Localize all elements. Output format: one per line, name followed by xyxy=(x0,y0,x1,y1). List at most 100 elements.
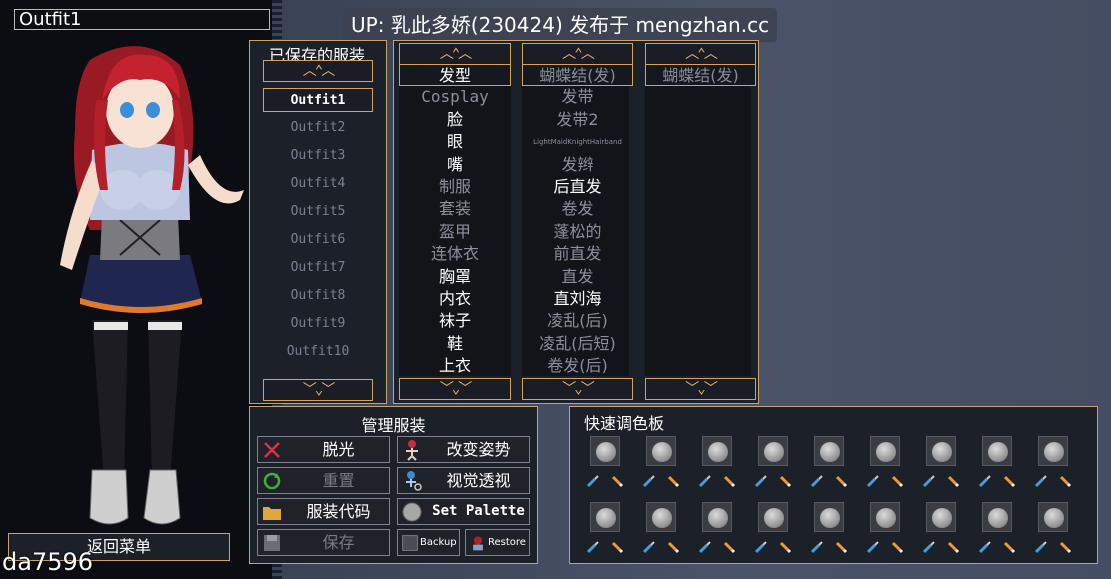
palette-swatch[interactable] xyxy=(926,436,956,466)
option-item[interactable]: 直发 xyxy=(522,266,633,288)
paint-brush-icon[interactable] xyxy=(890,540,904,554)
option-item[interactable]: 蝴蝶结(发) xyxy=(522,64,633,86)
palette-swatch[interactable] xyxy=(814,436,844,466)
paint-brush-icon[interactable] xyxy=(1002,540,1016,554)
paint-brush-icon[interactable] xyxy=(946,474,960,488)
palette-swatch[interactable] xyxy=(758,436,788,466)
category-down-button[interactable]: ﹀⌄﹀ xyxy=(399,378,511,400)
saved-down-button[interactable]: ﹀⌄﹀ xyxy=(263,379,373,401)
palette-swatch[interactable] xyxy=(870,436,900,466)
option-item[interactable]: 卷发(后) xyxy=(522,355,633,377)
eyedropper-icon[interactable] xyxy=(586,474,600,488)
options-down-button[interactable]: ﹀⌄﹀ xyxy=(522,378,633,400)
category-item[interactable]: 内衣 xyxy=(399,288,511,310)
category-item[interactable]: 嘴 xyxy=(399,154,511,176)
saved-outfit-item[interactable]: Outfit7 xyxy=(263,256,373,280)
equipped-item[interactable]: 蝴蝶结(发) xyxy=(645,64,756,86)
paint-brush-icon[interactable] xyxy=(946,540,960,554)
saved-outfit-item[interactable]: Outfit6 xyxy=(263,228,373,252)
paint-brush-icon[interactable] xyxy=(722,540,736,554)
saved-outfit-item[interactable]: Outfit1 xyxy=(263,88,373,112)
view-through-button[interactable]: 视觉透视 xyxy=(397,467,530,494)
category-item[interactable]: 制服 xyxy=(399,176,511,198)
palette-swatch[interactable] xyxy=(646,502,676,532)
save-button[interactable]: 保存 xyxy=(257,529,390,556)
palette-swatch[interactable] xyxy=(1038,502,1068,532)
palette-swatch[interactable] xyxy=(702,502,732,532)
paint-brush-icon[interactable] xyxy=(610,474,624,488)
option-item[interactable]: LightMaidKnightHairband xyxy=(522,131,633,153)
palette-swatch[interactable] xyxy=(982,436,1012,466)
eyedropper-icon[interactable] xyxy=(642,540,656,554)
paint-brush-icon[interactable] xyxy=(834,540,848,554)
palette-swatch[interactable] xyxy=(982,502,1012,532)
saved-outfit-item[interactable]: Outfit3 xyxy=(263,144,373,168)
equipped-down-button[interactable]: ﹀⌄﹀ xyxy=(645,378,756,400)
paint-brush-icon[interactable] xyxy=(1002,474,1016,488)
restore-button[interactable]: Restore xyxy=(465,529,530,556)
palette-swatch[interactable] xyxy=(814,502,844,532)
palette-swatch[interactable] xyxy=(870,502,900,532)
saved-outfit-item[interactable]: Outfit10 xyxy=(263,340,373,364)
paint-brush-icon[interactable] xyxy=(1058,540,1072,554)
eyedropper-icon[interactable] xyxy=(922,474,936,488)
option-item[interactable]: 后直发 xyxy=(522,176,633,198)
paint-brush-icon[interactable] xyxy=(890,474,904,488)
category-item[interactable]: 脸 xyxy=(399,109,511,131)
eyedropper-icon[interactable] xyxy=(810,474,824,488)
category-item[interactable]: 连体衣 xyxy=(399,243,511,265)
eyedropper-icon[interactable] xyxy=(866,474,880,488)
saved-outfit-item[interactable]: Outfit8 xyxy=(263,284,373,308)
palette-swatch[interactable] xyxy=(1038,436,1068,466)
eyedropper-icon[interactable] xyxy=(754,540,768,554)
palette-swatch[interactable] xyxy=(758,502,788,532)
option-item[interactable]: 卷发 xyxy=(522,198,633,220)
eyedropper-icon[interactable] xyxy=(1034,540,1048,554)
eyedropper-icon[interactable] xyxy=(810,540,824,554)
saved-outfit-item[interactable]: Outfit4 xyxy=(263,172,373,196)
category-item[interactable]: 盔甲 xyxy=(399,221,511,243)
eyedropper-icon[interactable] xyxy=(978,474,992,488)
option-item[interactable]: 凌乱(后短) xyxy=(522,333,633,355)
eyedropper-icon[interactable] xyxy=(698,540,712,554)
change-pose-button[interactable]: 改变姿势 xyxy=(397,436,530,463)
palette-swatch[interactable] xyxy=(590,502,620,532)
category-item[interactable]: Cosplay xyxy=(399,86,511,108)
equipped-up-button[interactable]: ︿⌃︿ xyxy=(645,43,756,65)
paint-brush-icon[interactable] xyxy=(778,474,792,488)
palette-swatch[interactable] xyxy=(646,436,676,466)
option-item[interactable]: 前直发 xyxy=(522,243,633,265)
category-item[interactable]: 眼 xyxy=(399,131,511,153)
eyedropper-icon[interactable] xyxy=(754,474,768,488)
category-item[interactable]: 发型 xyxy=(399,64,511,86)
set-palette-button[interactable]: Set Palette xyxy=(397,498,530,525)
saved-outfit-item[interactable]: Outfit5 xyxy=(263,200,373,224)
category-item[interactable]: 套装 xyxy=(399,198,511,220)
paint-brush-icon[interactable] xyxy=(610,540,624,554)
strip-button[interactable]: 脱光 xyxy=(257,436,390,463)
palette-swatch[interactable] xyxy=(590,436,620,466)
paint-brush-icon[interactable] xyxy=(834,474,848,488)
palette-swatch[interactable] xyxy=(702,436,732,466)
option-item[interactable]: 凌乱(后) xyxy=(522,310,633,332)
paint-brush-icon[interactable] xyxy=(722,474,736,488)
option-item[interactable]: 发带2 xyxy=(522,109,633,131)
reset-button[interactable]: 重置 xyxy=(257,467,390,494)
category-item[interactable]: 胸罩 xyxy=(399,266,511,288)
category-up-button[interactable]: ︿⌃︿ xyxy=(399,43,511,65)
category-item[interactable]: 上衣 xyxy=(399,355,511,377)
option-item[interactable]: 发辫 xyxy=(522,154,633,176)
eyedropper-icon[interactable] xyxy=(922,540,936,554)
outfit-code-button[interactable]: 服装代码 xyxy=(257,498,390,525)
backup-button[interactable]: Backup xyxy=(397,529,460,556)
options-up-button[interactable]: ︿⌃︿ xyxy=(522,43,633,65)
option-item[interactable]: 蓬松的 xyxy=(522,221,633,243)
eyedropper-icon[interactable] xyxy=(642,474,656,488)
option-item[interactable]: 直刘海 xyxy=(522,288,633,310)
category-item[interactable]: 袜子 xyxy=(399,310,511,332)
palette-swatch[interactable] xyxy=(926,502,956,532)
paint-brush-icon[interactable] xyxy=(666,474,680,488)
eyedropper-icon[interactable] xyxy=(698,474,712,488)
paint-brush-icon[interactable] xyxy=(666,540,680,554)
saved-outfit-item[interactable]: Outfit9 xyxy=(263,312,373,336)
